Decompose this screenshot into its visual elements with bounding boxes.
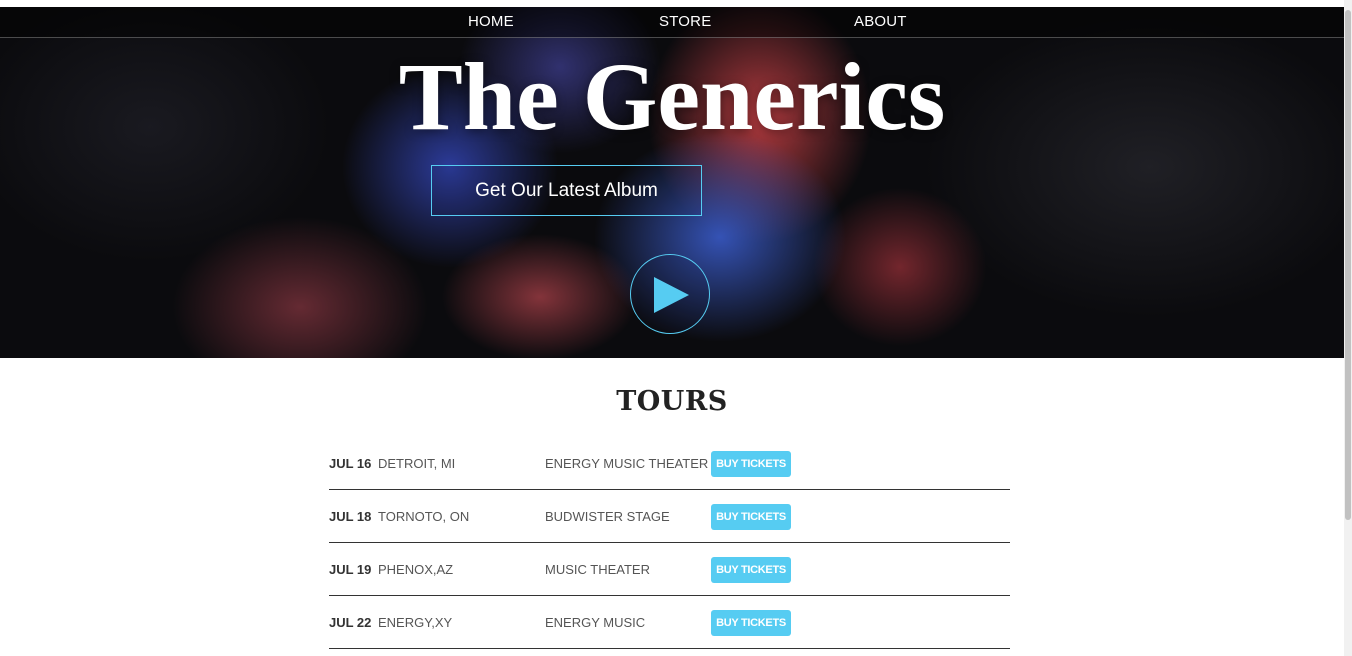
tour-row: JUL 18 TORNOTO, ON BUDWISTER STAGE BUY T… [329, 490, 1010, 543]
tour-city: ENERGY,XY [378, 615, 453, 630]
tour-venue: ENERGY MUSIC [545, 615, 646, 630]
tour-city: DETROIT, MI [378, 456, 456, 471]
tour-row: JUL 22 ENERGY,XY ENERGY MUSIC BUY TICKET… [329, 596, 1010, 649]
play-icon [654, 277, 689, 313]
tour-date: JUL 22 [329, 615, 372, 630]
buy-tickets-button[interactable]: BUY TICKETS [711, 610, 791, 636]
tour-city: PHENOX,AZ [378, 562, 454, 577]
get-latest-album-button[interactable]: Get Our Latest Album [431, 165, 702, 216]
tour-venue: MUSIC THEATER [545, 562, 650, 577]
buy-tickets-button[interactable]: BUY TICKETS [711, 557, 791, 583]
tour-date: JUL 19 [329, 562, 372, 577]
tour-city: TORNOTO, ON [378, 509, 470, 524]
tour-row: JUL 19 PHENOX,AZ MUSIC THEATER BUY TICKE… [329, 543, 1010, 596]
play-button[interactable] [630, 254, 710, 334]
buy-tickets-button[interactable]: BUY TICKETS [711, 504, 791, 530]
top-strip [0, 0, 1344, 7]
buy-tickets-button[interactable]: BUY TICKETS [711, 451, 791, 477]
nav-link-about[interactable]: ABOUT [854, 13, 907, 30]
tour-date: JUL 16 [329, 456, 372, 471]
tour-venue: ENERGY MUSIC THEATER [545, 456, 709, 471]
tour-venue: BUDWISTER STAGE [545, 509, 670, 524]
tour-row: JUL 16 DETROIT, MI ENERGY MUSIC THEATER … [329, 437, 1010, 490]
nav-link-home[interactable]: HOME [468, 13, 514, 30]
page: HOME STORE ABOUT The Generics Get Our La… [0, 0, 1352, 656]
tours-title: TOURS [616, 386, 728, 417]
hero-section: HOME STORE ABOUT The Generics Get Our La… [0, 7, 1344, 358]
scrollbar-thumb[interactable] [1345, 10, 1351, 520]
main-nav: HOME STORE ABOUT [0, 7, 1344, 38]
band-title: The Generics [398, 43, 946, 150]
nav-link-store[interactable]: STORE [659, 13, 711, 30]
tour-date: JUL 18 [329, 509, 372, 524]
